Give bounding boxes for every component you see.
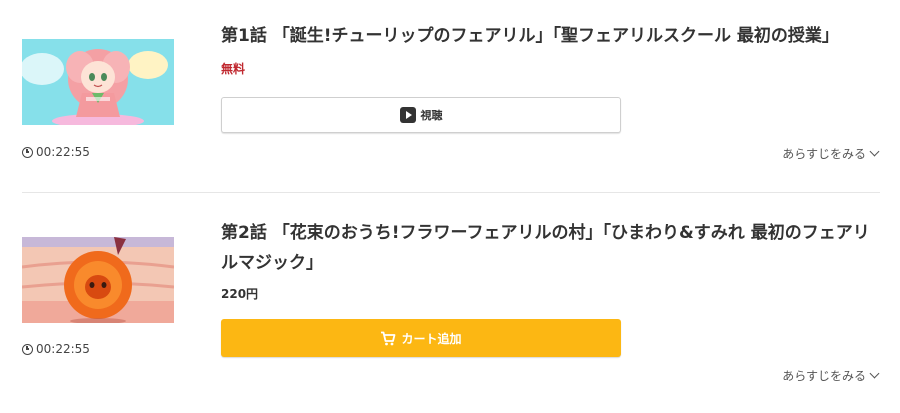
episode-title[interactable]: 第2話 「花束のおうち!フラワーフェアリルの村」「ひまわり&すみれ 最初のフェア… [221, 218, 871, 278]
episode-thumbnail[interactable] [22, 39, 174, 125]
anime-flower-thumbnail-image [22, 237, 174, 323]
cart-icon [381, 331, 396, 345]
price-label: 無料 [221, 62, 246, 76]
chevron-down-icon [869, 146, 880, 157]
watch-button[interactable]: 視聴 [221, 97, 621, 133]
synopsis-toggle-label: あらすじをみる [782, 147, 866, 161]
episode-title[interactable]: 第1話 「誕生!チューリップのフェアリル」「聖フェアリルスクール 最初の授業」 [221, 21, 871, 51]
duration-label: 00:22:55 [22, 342, 90, 356]
duration-text: 00:22:55 [36, 145, 90, 159]
watch-button-label: 視聴 [420, 109, 443, 122]
clock-icon [22, 343, 33, 355]
duration-text: 00:22:55 [36, 342, 90, 356]
add-to-cart-label: カート追加 [401, 331, 462, 346]
episode-item: 00:22:55 第1話 「誕生!チューリップのフェアリル」「聖フェアリルスクー… [0, 0, 900, 193]
clock-icon [22, 146, 33, 158]
price-label: 220円 [221, 287, 259, 301]
chevron-down-icon [869, 368, 880, 379]
synopsis-toggle-label: あらすじをみる [782, 369, 866, 383]
synopsis-toggle[interactable]: あらすじをみる [782, 145, 880, 162]
add-to-cart-button[interactable]: カート追加 [221, 319, 621, 357]
anime-fairy-thumbnail-image [22, 39, 174, 125]
episode-item: 00:22:55 第2話 「花束のおうち!フラワーフェアリルの村」「ひまわり&す… [0, 193, 900, 413]
synopsis-toggle[interactable]: あらすじをみる [782, 367, 880, 384]
play-icon [399, 107, 416, 123]
duration-label: 00:22:55 [22, 145, 90, 159]
episode-thumbnail[interactable] [22, 237, 174, 323]
